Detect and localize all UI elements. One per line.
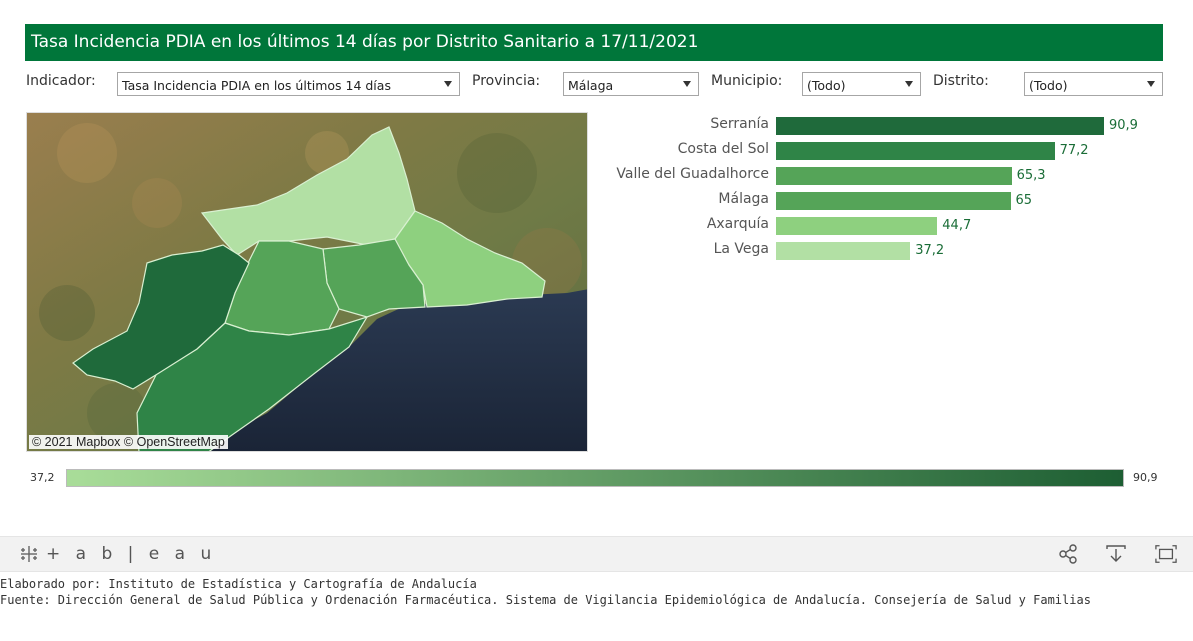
provincia-value: Málaga — [568, 78, 614, 93]
chevron-down-icon — [683, 81, 691, 87]
legend-max-value: 90,9 — [1133, 471, 1158, 484]
bar-mark[interactable] — [776, 167, 1012, 185]
bar-label: Valle del Guadalhorce — [616, 166, 769, 182]
indicador-value: Tasa Incidencia PDIA en los últimos 14 d… — [122, 78, 391, 93]
bar-label: Costa del Sol — [677, 141, 769, 157]
bar-mark[interactable] — [776, 242, 911, 260]
municipio-value: (Todo) — [807, 78, 846, 93]
district-map[interactable]: © 2021 Mapbox © OpenStreetMap — [26, 112, 588, 452]
municipio-dropdown[interactable]: (Todo) — [802, 72, 921, 96]
chevron-down-icon — [905, 81, 913, 87]
provincia-dropdown[interactable]: Málaga — [563, 72, 699, 96]
bar-label: Axarquía — [706, 216, 769, 232]
bar-value-label: 65,3 — [1016, 168, 1046, 183]
dashboard-title-bar: Tasa Incidencia PDIA en los últimos 14 d… — [25, 24, 1163, 61]
bar-mark[interactable] — [776, 117, 1104, 135]
bar-mark[interactable] — [776, 192, 1011, 210]
distrito-label: Distrito: — [933, 73, 989, 89]
chevron-down-icon — [444, 81, 452, 87]
bar-value-label: 65 — [1015, 193, 1033, 208]
tableau-cross-icon — [21, 546, 37, 562]
bar-value-label: 37,2 — [915, 243, 945, 258]
bar-mark[interactable] — [776, 217, 938, 235]
chevron-down-icon — [1147, 81, 1155, 87]
municipio-label: Municipio: — [711, 73, 783, 89]
download-icon[interactable] — [1105, 543, 1127, 565]
bar-label: La Vega — [713, 241, 769, 257]
color-legend-bar — [66, 469, 1124, 487]
footer-elaborado: Elaborado por: Instituto de Estadística … — [0, 577, 477, 591]
bar-value-label: 77,2 — [1059, 143, 1089, 158]
distrito-value: (Todo) — [1029, 78, 1068, 93]
tableau-wordmark: + a b | e a u — [46, 544, 217, 564]
bar-value-label: 90,9 — [1109, 118, 1138, 133]
bar-mark[interactable] — [776, 142, 1055, 160]
fullscreen-icon[interactable] — [1155, 543, 1177, 565]
dashboard-title: Tasa Incidencia PDIA en los últimos 14 d… — [31, 32, 699, 52]
distrito-dropdown[interactable]: (Todo) — [1024, 72, 1163, 96]
share-icon[interactable] — [1057, 543, 1079, 565]
tableau-toolbar: + a b | e a u — [0, 536, 1193, 572]
legend-min-value: 37,2 — [30, 471, 55, 484]
bar-label: Serranía — [710, 116, 769, 132]
map-canvas — [27, 113, 587, 451]
indicador-dropdown[interactable]: Tasa Incidencia PDIA en los últimos 14 d… — [117, 72, 460, 96]
bar-label: Málaga — [718, 191, 769, 207]
provincia-label: Provincia: — [472, 73, 541, 89]
indicador-label: Indicador: — [26, 73, 96, 89]
bar-value-label: 44,7 — [942, 218, 972, 233]
footer-fuente: Fuente: Dirección General de Salud Públi… — [0, 593, 1091, 607]
tableau-logo[interactable]: + a b | e a u — [18, 543, 216, 565]
map-attribution[interactable]: © 2021 Mapbox © OpenStreetMap — [29, 435, 228, 449]
